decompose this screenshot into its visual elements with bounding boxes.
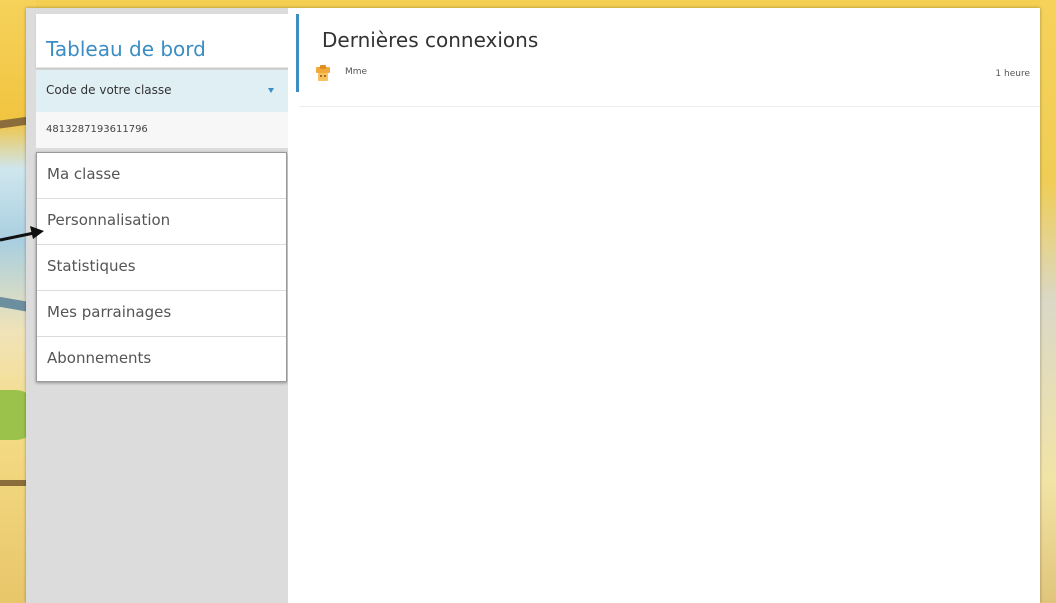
class-code-display: 4813287193611796 xyxy=(36,112,288,148)
sidebar-item-label: Mes parrainages xyxy=(47,303,172,321)
sidebar-item-label: Personnalisation xyxy=(47,211,171,229)
sidebar-header: Tableau de bord xyxy=(36,14,288,68)
annotation-arrow-icon xyxy=(0,226,44,242)
user-avatar-icon xyxy=(316,65,330,81)
background-illustration-right xyxy=(1040,0,1056,603)
caret-down-icon xyxy=(268,88,274,93)
sidebar-item-statistiques[interactable]: Statistiques xyxy=(37,245,286,291)
sidebar-item-label: Statistiques xyxy=(47,257,136,275)
sidebar-item-label: Abonnements xyxy=(47,349,152,367)
sidebar-title: Tableau de bord xyxy=(46,37,206,61)
page-title: Dernières connexions xyxy=(322,28,539,52)
class-code-select[interactable]: Code de votre classe xyxy=(36,70,288,113)
sidebar-item-abonnements[interactable]: Abonnements xyxy=(37,337,286,381)
main-content: Dernières connexions Mme 1 heure xyxy=(288,8,1040,603)
connection-user-name: Mme xyxy=(345,67,368,77)
connection-list-item[interactable]: Mme 1 heure xyxy=(299,56,1040,107)
class-select-label: Code de votre classe xyxy=(46,83,172,97)
connection-time: 1 heure xyxy=(995,69,1030,79)
sidebar-nav: Ma classe Personnalisation Statistiques … xyxy=(36,152,287,382)
sidebar-item-mes-parrainages[interactable]: Mes parrainages xyxy=(37,291,286,337)
class-code-value: 4813287193611796 xyxy=(46,124,148,135)
sidebar: Tableau de bord Code de votre classe 481… xyxy=(26,8,288,603)
sidebar-item-personnalisation[interactable]: Personnalisation xyxy=(37,199,286,245)
sidebar-item-ma-classe[interactable]: Ma classe xyxy=(37,153,286,199)
sidebar-item-label: Ma classe xyxy=(47,165,121,183)
dashboard-panel: Tableau de bord Code de votre classe 481… xyxy=(26,8,1040,603)
